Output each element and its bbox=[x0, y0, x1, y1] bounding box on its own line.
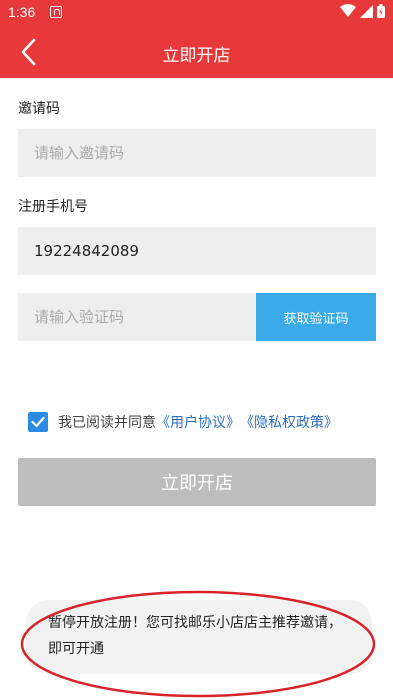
status-bar: 1:36 bbox=[0, 0, 393, 26]
registration-notice: 暂停开放注册！您可找邮乐小店店主推荐邀请，即可开通 bbox=[26, 600, 372, 674]
nav-bar: 立即开店 bbox=[0, 26, 393, 78]
phone-label: 注册手机号 bbox=[18, 199, 88, 215]
phone-field-box bbox=[18, 227, 376, 275]
open-store-button[interactable]: 立即开店 bbox=[18, 458, 376, 506]
phone-input[interactable] bbox=[34, 242, 376, 260]
check-icon bbox=[31, 416, 45, 428]
verification-code-input[interactable] bbox=[34, 308, 256, 326]
status-time: 1:36 bbox=[8, 4, 36, 20]
status-icons bbox=[340, 4, 385, 18]
signal-icon bbox=[360, 4, 373, 18]
page-title: 立即开店 bbox=[162, 46, 231, 66]
notice-text: 暂停开放注册！您可找邮乐小店店主推荐邀请，即可开通 bbox=[48, 615, 342, 657]
verification-code-field-box bbox=[18, 293, 256, 341]
privacy-policy-link[interactable]: 《隐私权政策》 bbox=[240, 412, 338, 432]
agree-checkbox[interactable] bbox=[28, 412, 48, 432]
invite-code-input[interactable] bbox=[34, 144, 376, 162]
get-code-button[interactable]: 获取验证码 bbox=[256, 293, 376, 341]
wifi-icon bbox=[340, 4, 356, 17]
battery-icon bbox=[377, 4, 385, 18]
agreement-row: 我已阅读并同意 《用户协议》 《隐私权政策》 bbox=[28, 412, 338, 432]
user-agreement-link[interactable]: 《用户协议》 bbox=[156, 412, 240, 432]
invite-code-field-box bbox=[18, 129, 376, 177]
invite-code-label: 邀请码 bbox=[18, 101, 60, 117]
agreement-prefix: 我已阅读并同意 bbox=[58, 415, 156, 431]
notification-icon bbox=[50, 6, 62, 18]
